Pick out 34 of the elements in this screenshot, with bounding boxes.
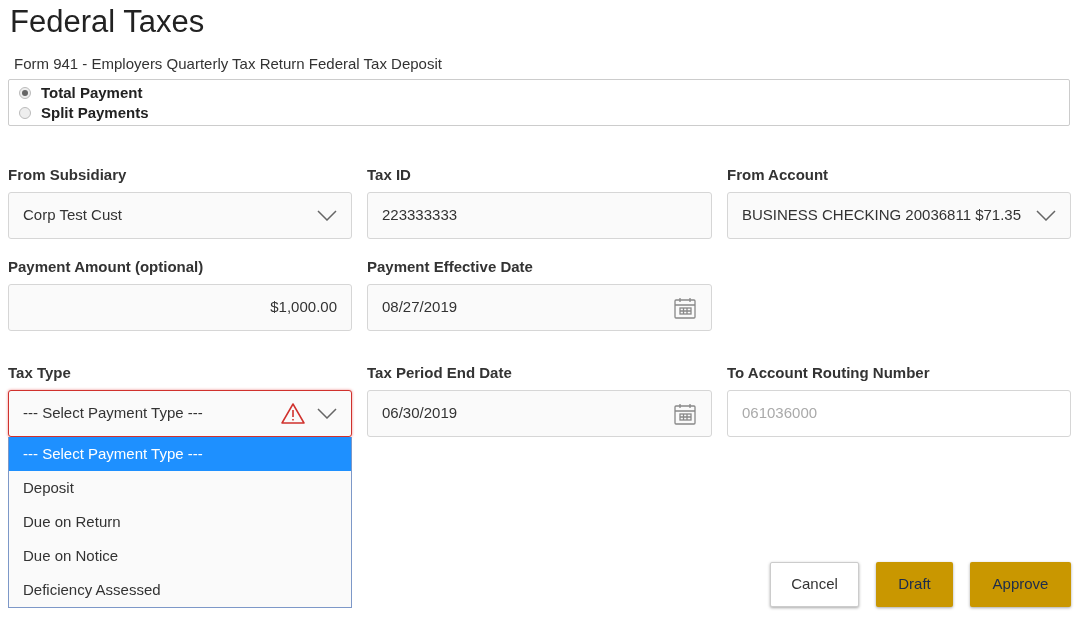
select-field[interactable]: Corp Test Cust (8, 192, 352, 239)
field-label: To Account Routing Number (727, 363, 931, 383)
primary-button[interactable]: Approve (970, 562, 1071, 607)
dropdown-option[interactable]: Due on Return (9, 505, 351, 539)
chevron-down-icon (317, 408, 337, 419)
secondary-button[interactable]: Cancel (770, 562, 859, 607)
calendar-icon[interactable] (673, 401, 697, 426)
field-label: From Account (727, 165, 830, 185)
dropdown-option[interactable]: Deposit (9, 471, 351, 505)
form-subtitle: Form 941 - Employers Quarterly Tax Return Federal Tax Deposit (14, 54, 443, 74)
chevron-down-icon (1036, 210, 1056, 221)
select-field[interactable]: BUSINESS CHECKING 20036811 $71.35 (727, 192, 1071, 239)
field-label: Tax ID (367, 165, 412, 185)
field-label: Payment Amount (optional) (8, 257, 205, 277)
field-label: Payment Effective Date (367, 257, 534, 277)
calendar-icon[interactable] (673, 295, 697, 320)
primary-button[interactable]: Draft (876, 562, 953, 607)
radio-button[interactable] (19, 87, 31, 99)
date-field[interactable]: 08/27/2019 (367, 284, 712, 331)
input-field[interactable]: 223333333 (367, 192, 712, 239)
date-field[interactable]: 06/30/2019 (367, 390, 712, 437)
field-label: From Subsidiary (8, 165, 128, 185)
field-label: Tax Type (8, 363, 72, 383)
dropdown-option[interactable]: Deficiency Assessed (9, 573, 351, 607)
radio-label: Total Payment (41, 82, 143, 103)
input-field[interactable]: $1,000.00 (8, 284, 352, 331)
page-title: Federal Taxes (10, 3, 206, 41)
chevron-down-icon (317, 210, 337, 221)
warning-icon (281, 403, 305, 424)
radio-label: Split Payments (41, 102, 149, 123)
dropdown-option[interactable]: Due on Notice (9, 539, 351, 573)
select-field[interactable]: --- Select Payment Type --- (8, 390, 352, 437)
radio-button[interactable] (19, 107, 31, 119)
field-label: Tax Period End Date (367, 363, 513, 383)
